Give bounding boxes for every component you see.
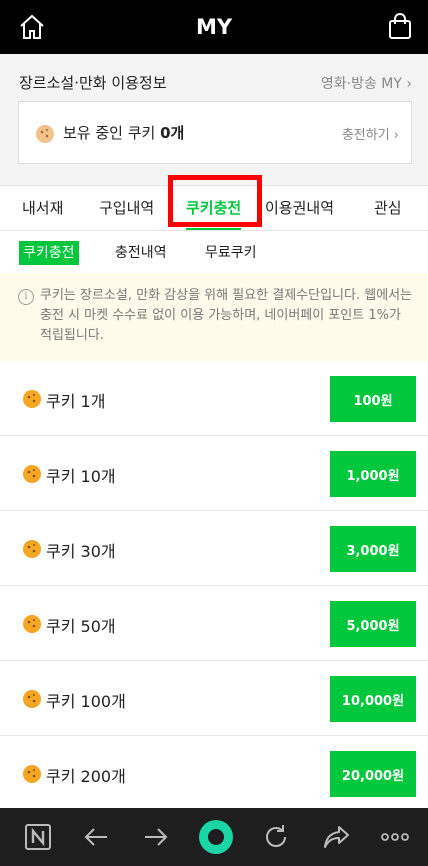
list-item: 쿠키 1개 100원 [0,361,428,436]
cookie-icon [23,690,41,708]
tab-library[interactable]: 내서재 [22,186,63,232]
sub-tabs: 쿠키충전 충전내역 무료쿠키 [0,231,428,273]
item-name: 쿠키 30개 [46,542,116,561]
buy-button[interactable]: 10,000원 [330,676,416,722]
notice-text: 쿠키는 장르소설, 만화 감상을 위해 필요한 결제수단입니다. 웹에서는 충전… [40,288,413,343]
cookie-balance-box: 보유 중인 쿠키 0개 충전하기 › [18,101,412,164]
buy-button[interactable]: 5,000원 [330,601,416,647]
cookie-icon [36,125,54,143]
cookie-icon [23,540,41,558]
buy-button[interactable]: 100원 [330,376,416,422]
cookie-icon [23,465,41,483]
buy-button[interactable]: 20,000원 [330,751,416,797]
list-item: 쿠키 50개 5,000원 [0,586,428,661]
charge-link[interactable]: 충전하기 › [342,124,399,143]
cookie-list: 쿠키 1개 100원 쿠키 10개 1,000원 쿠키 30개 3,000원 쿠… [0,361,428,811]
share-icon[interactable] [321,822,351,852]
owned-cookie-count: 0개 [160,124,185,142]
list-item: 쿠키 100개 10,000원 [0,661,428,736]
movie-broadcast-my-link[interactable]: 영화·방송 MY › [321,73,412,93]
tab-pass-history[interactable]: 이용권내역 [265,186,334,232]
buy-button[interactable]: 1,000원 [330,451,416,497]
tab-purchase-history[interactable]: 구입내역 [99,186,154,232]
notice-box: i 쿠키는 장르소설, 만화 감상을 위해 필요한 결제수단입니다. 웹에서는 … [0,273,428,361]
owned-cookies-text: 보유 중인 쿠키 0개 [63,124,185,142]
subtab-free-cookies[interactable]: 무료쿠키 [201,241,261,265]
list-item: 쿠키 10개 1,000원 [0,436,428,511]
subtab-charge-history[interactable]: 충전내역 [111,241,171,265]
item-name: 쿠키 50개 [46,617,116,636]
more-icon[interactable] [380,822,410,852]
tab-favorites[interactable]: 관심 [374,186,402,232]
tab-cookie-charge[interactable]: 쿠키충전 [186,186,242,232]
back-arrow-icon[interactable] [81,822,111,852]
browser-bottom-bar [0,808,428,866]
naver-n-icon[interactable] [23,822,53,852]
item-name: 쿠키 100개 [46,692,126,711]
usage-info-section: 장르소설·만화 이용정보 영화·방송 MY › 보유 중인 쿠키 0개 충전하기… [0,54,428,185]
usage-info-label: 장르소설·만화 이용정보 [19,74,167,92]
page-title: MY [195,15,233,39]
list-item: 쿠키 200개 20,000원 [0,736,428,811]
cookie-icon [23,765,41,783]
list-item: 쿠키 30개 3,000원 [0,511,428,586]
item-name: 쿠키 10개 [46,467,116,486]
top-bar: MY [0,0,428,54]
item-name: 쿠키 1개 [46,392,106,411]
cookie-icon [23,390,41,408]
buy-button[interactable]: 3,000원 [330,526,416,572]
main-tabs: 내서재 구입내역 쿠키충전 이용권내역 관심 [0,185,428,231]
green-dot-icon[interactable] [197,818,235,856]
refresh-icon[interactable] [261,822,291,852]
forward-arrow-icon[interactable] [141,822,171,852]
cookie-icon [23,615,41,633]
subtab-cookie-charge[interactable]: 쿠키충전 [19,241,79,265]
info-icon: i [18,289,34,305]
shopping-bag-icon[interactable] [388,12,412,40]
item-name: 쿠키 200개 [46,767,126,786]
